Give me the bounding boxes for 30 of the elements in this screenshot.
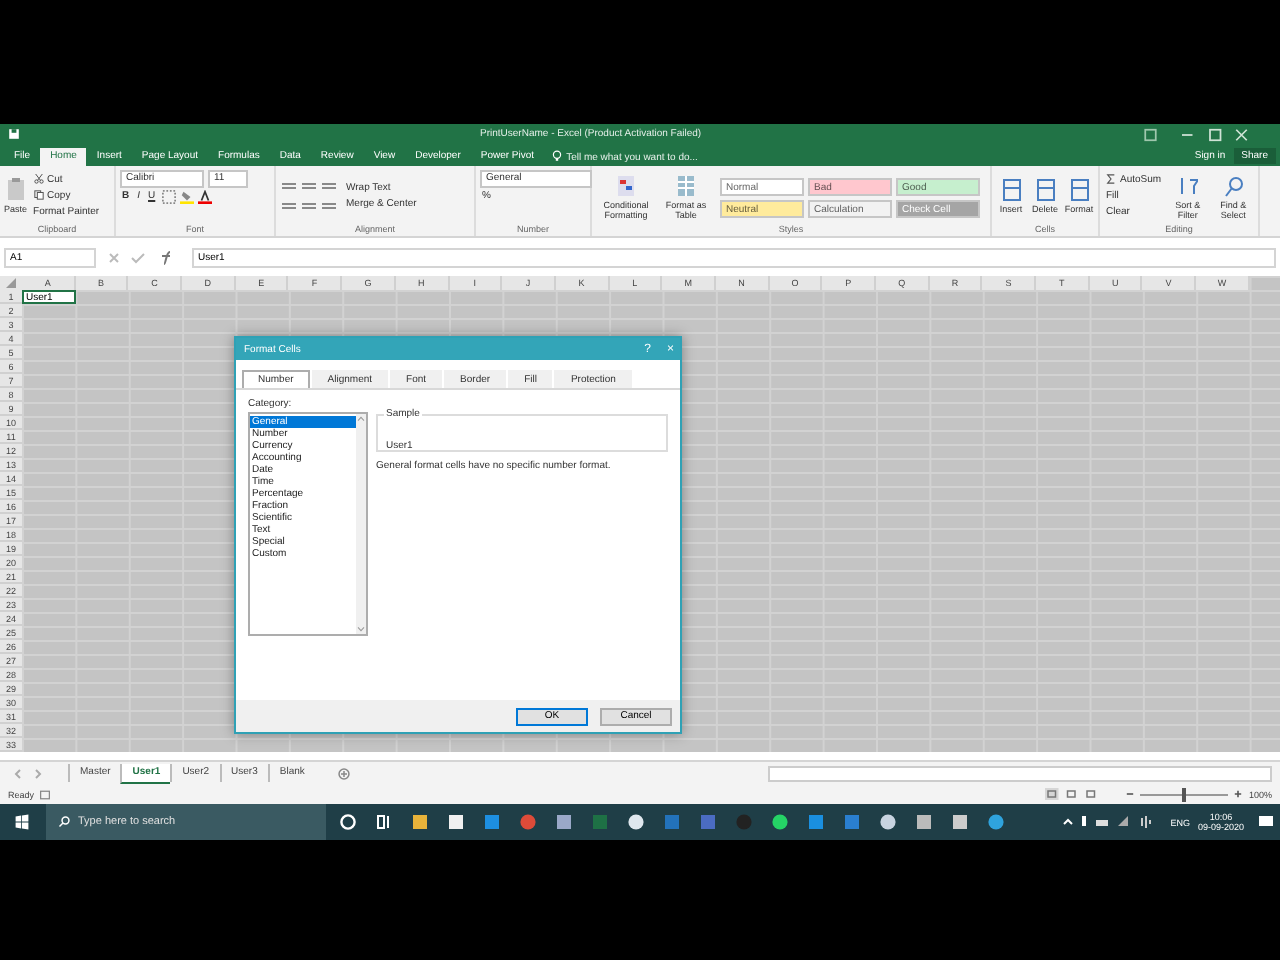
zoom-slider-thumb[interactable] [1182, 787, 1187, 801]
add-sheet-icon[interactable] [338, 767, 351, 779]
conditional-formatting-icon [616, 173, 636, 198]
zoom-in-icon[interactable] [1234, 790, 1243, 798]
task-view-icon[interactable] [374, 812, 394, 832]
scissors-icon [33, 174, 44, 185]
zoom-out-icon[interactable] [1126, 790, 1135, 798]
save-icon[interactable] [8, 128, 20, 140]
fill-color-icon[interactable] [179, 190, 194, 204]
cells-icon [1069, 178, 1089, 203]
search-icon [58, 816, 70, 828]
sum-icon [1106, 174, 1116, 185]
scrollbar-icon[interactable] [356, 414, 366, 634]
cells-icon [1035, 178, 1055, 203]
start-icon[interactable] [14, 814, 30, 830]
magnifier-icon [1223, 173, 1244, 198]
circle-icon[interactable] [338, 812, 358, 832]
sort-filter-icon [1177, 173, 1198, 198]
font-color-icon[interactable] [197, 190, 212, 204]
alignment-icon[interactable] [280, 179, 340, 215]
horizontal-scrollbar[interactable] [768, 765, 1272, 781]
select-all-icon[interactable] [0, 276, 22, 290]
clipboard-icon [5, 178, 26, 203]
copy-icon [33, 190, 44, 201]
notification-icon[interactable] [1256, 812, 1276, 832]
borders-icon[interactable] [161, 190, 176, 204]
macro-record-icon[interactable] [40, 789, 51, 799]
cells-icon [1001, 178, 1021, 203]
table-icon [676, 173, 696, 198]
lightbulb-icon [552, 150, 563, 162]
